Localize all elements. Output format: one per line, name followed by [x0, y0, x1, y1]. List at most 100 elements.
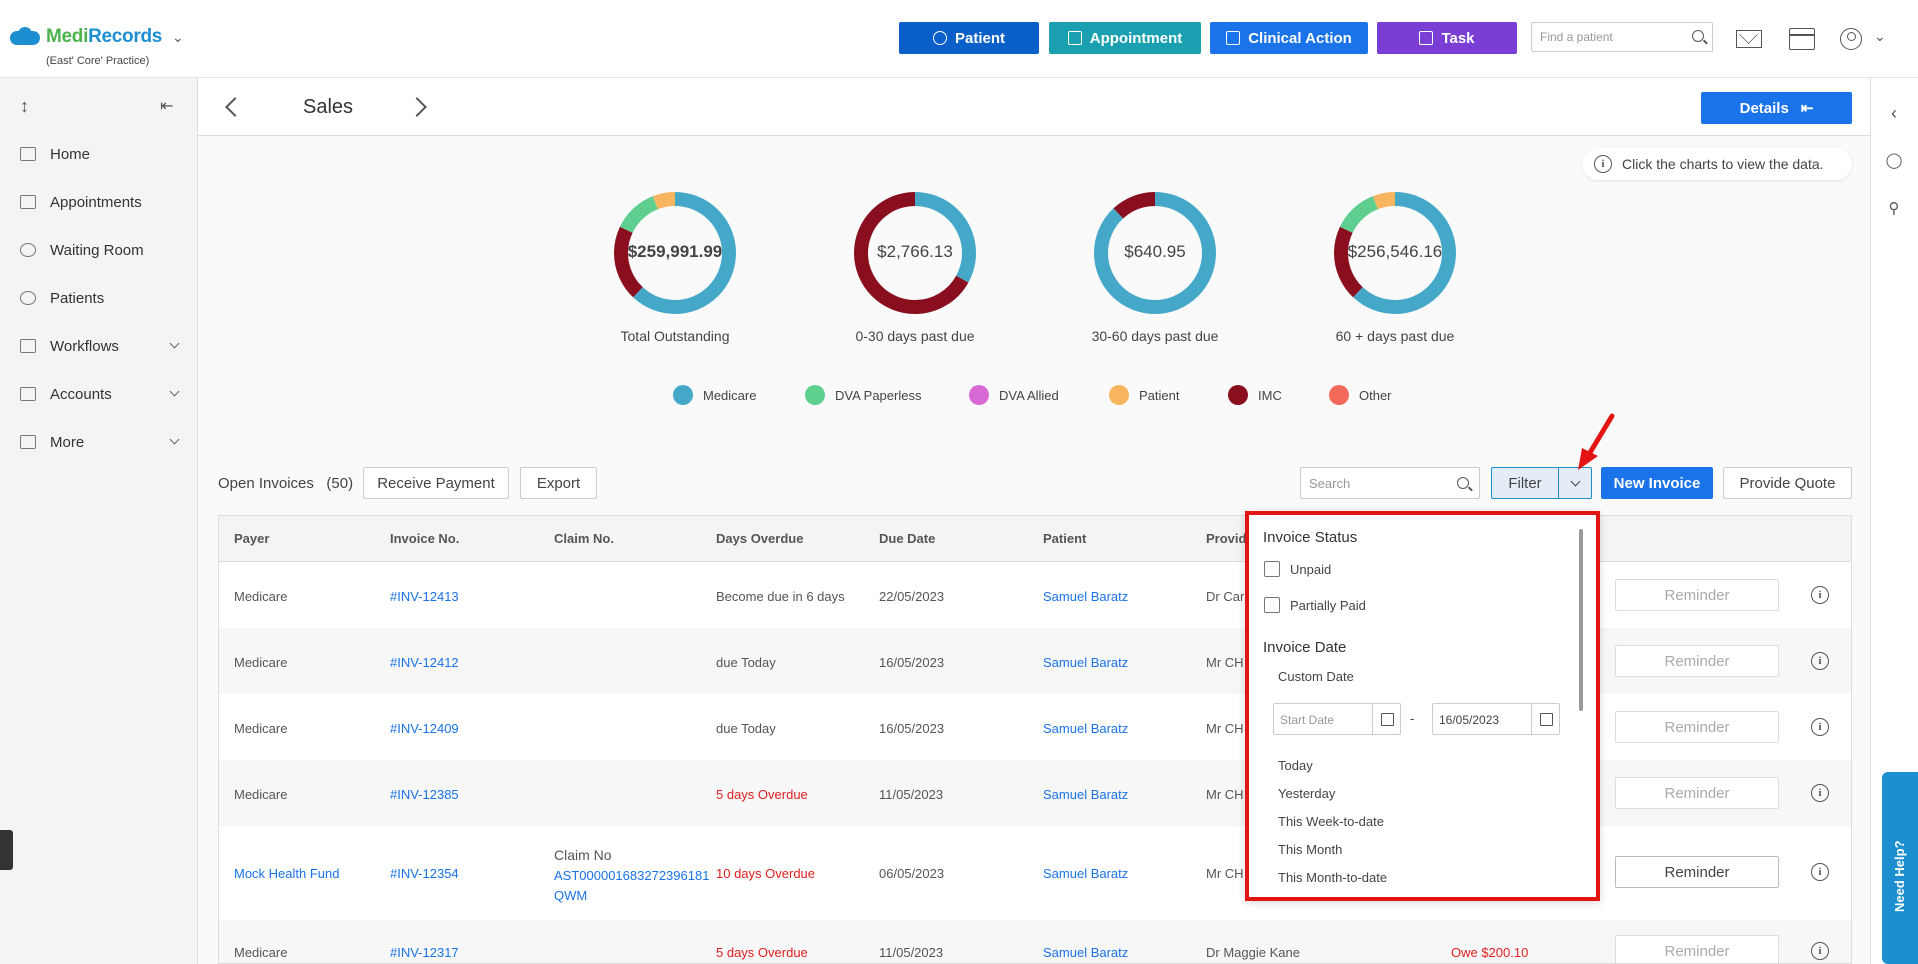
info-icon[interactable]: i: [1811, 586, 1829, 604]
patient-link[interactable]: Samuel Baratz: [1043, 655, 1128, 670]
legend-item-patient[interactable]: Patient: [1109, 385, 1179, 405]
patient-link[interactable]: Samuel Baratz: [1043, 945, 1128, 960]
pin-icon[interactable]: ⚲: [1885, 200, 1903, 218]
info-icon[interactable]: i: [1811, 718, 1829, 736]
invoice-link[interactable]: #INV-12409: [390, 721, 459, 736]
donut-0-30-days[interactable]: $2,766.13: [852, 190, 978, 316]
chevron-left-icon[interactable]: ‹: [1885, 104, 1903, 122]
legend-item-dva-paperless[interactable]: DVA Paperless: [805, 385, 921, 405]
start-date-input[interactable]: Start Date: [1273, 703, 1401, 735]
collapse-sidebar-icon[interactable]: ⇤: [160, 96, 173, 116]
date-option-month-to-date[interactable]: This Month-to-date: [1278, 870, 1387, 885]
donut-total-outstanding[interactable]: $259,991.99: [612, 190, 738, 316]
scrollbar[interactable]: [1579, 529, 1583, 711]
sidebar-item-patients[interactable]: Patients: [0, 278, 198, 318]
patient-link[interactable]: Samuel Baratz: [1043, 589, 1128, 604]
chevron-down-icon[interactable]: [1558, 468, 1591, 498]
chevron-right-icon[interactable]: [407, 97, 427, 117]
search-icon[interactable]: [1692, 30, 1704, 42]
expand-vertical-icon[interactable]: ↕: [20, 96, 29, 117]
custom-date-label: Custom Date: [1278, 669, 1354, 684]
unpaid-checkbox[interactable]: [1264, 561, 1280, 577]
column-header-claim[interactable]: Claim No.: [554, 531, 614, 546]
calendar-icon[interactable]: [1372, 704, 1400, 734]
table-row[interactable]: Mock Health Fund #INV-12354 Claim No AST…: [219, 826, 1851, 920]
invoice-link[interactable]: #INV-12413: [390, 589, 459, 604]
new-task-button[interactable]: Task: [1377, 22, 1517, 54]
find-patient-input[interactable]: Find a patient: [1531, 22, 1713, 52]
donut-30-60-days[interactable]: $640.95: [1092, 190, 1218, 316]
date-option-week-to-date[interactable]: This Week-to-date: [1278, 814, 1384, 829]
partially-paid-label[interactable]: Partially Paid: [1290, 598, 1366, 613]
column-header-due-date[interactable]: Due Date: [879, 531, 935, 546]
reminder-button[interactable]: Reminder: [1615, 711, 1779, 743]
sidebar-item-appointments[interactable]: Appointments: [0, 182, 198, 222]
table-row[interactable]: Medicare #INV-12385 5 days Overdue 11/05…: [219, 760, 1851, 826]
info-icon[interactable]: i: [1811, 863, 1829, 881]
receive-payment-button[interactable]: Receive Payment: [363, 467, 509, 499]
claim-link[interactable]: QWM: [554, 888, 587, 903]
patient-link[interactable]: Samuel Baratz: [1043, 721, 1128, 736]
column-header-invoice[interactable]: Invoice No.: [390, 531, 459, 546]
info-icon[interactable]: i: [1811, 652, 1829, 670]
invoice-search-input[interactable]: Search: [1300, 467, 1480, 499]
chevron-left-icon[interactable]: [225, 97, 245, 117]
new-patient-button[interactable]: Patient: [899, 22, 1039, 54]
reminder-button[interactable]: Reminder: [1615, 579, 1779, 611]
export-button[interactable]: Export: [520, 467, 597, 499]
end-date-input[interactable]: 16/05/2023: [1432, 703, 1560, 735]
sidebar-item-home[interactable]: Home: [0, 134, 198, 174]
sidebar-item-accounts[interactable]: Accounts: [0, 374, 198, 414]
chevron-down-icon[interactable]: ⌄: [1874, 28, 1886, 45]
clinical-action-button[interactable]: Clinical Action: [1210, 22, 1368, 54]
invoice-link[interactable]: #INV-12385: [390, 787, 459, 802]
calendar-check-icon[interactable]: [1789, 28, 1815, 50]
reminder-button[interactable]: Reminder: [1615, 777, 1779, 809]
patient-link[interactable]: Samuel Baratz: [1043, 787, 1128, 802]
info-icon[interactable]: i: [1811, 784, 1829, 802]
sidebar-item-workflows[interactable]: Workflows: [0, 326, 198, 366]
date-option-today[interactable]: Today: [1278, 758, 1313, 773]
invoice-link[interactable]: #INV-12354: [390, 866, 459, 881]
calendar-icon[interactable]: [1531, 704, 1559, 734]
legend-item-medicare[interactable]: Medicare: [673, 385, 756, 405]
column-header-days-overdue[interactable]: Days Overdue: [716, 531, 803, 546]
column-header-patient[interactable]: Patient: [1043, 531, 1086, 546]
new-appointment-button[interactable]: Appointment: [1049, 22, 1201, 54]
date-option-this-month[interactable]: This Month: [1278, 842, 1342, 857]
legend-item-imc[interactable]: IMC: [1228, 385, 1282, 405]
invoice-link[interactable]: #INV-12317: [390, 945, 459, 960]
patient-link[interactable]: Samuel Baratz: [1043, 866, 1128, 881]
reminder-button[interactable]: Reminder: [1615, 645, 1779, 677]
app-logo[interactable]: MediRecords ⌄: [8, 26, 184, 48]
table-row[interactable]: Medicare #INV-12413 Become due in 6 days…: [219, 562, 1851, 628]
search-icon[interactable]: [1457, 477, 1469, 489]
reminder-button[interactable]: Reminder: [1615, 935, 1779, 963]
side-tab-handle[interactable]: [0, 830, 13, 870]
user-account-icon[interactable]: [1840, 28, 1862, 50]
column-header-provider[interactable]: Provid: [1206, 531, 1246, 546]
payer-link[interactable]: Mock Health Fund: [234, 866, 340, 881]
chevron-down-icon[interactable]: ⌄: [172, 29, 184, 46]
info-icon[interactable]: i: [1811, 942, 1829, 960]
need-help-tab[interactable]: Need Help?: [1882, 772, 1918, 964]
legend-item-dva-allied[interactable]: DVA Allied: [969, 385, 1059, 405]
table-row[interactable]: Medicare #INV-12409 due Today 16/05/2023…: [219, 694, 1851, 760]
mail-icon[interactable]: [1736, 30, 1762, 48]
chat-icon[interactable]: ◯: [1885, 152, 1903, 170]
donut-60-plus-days[interactable]: $256,546.16: [1332, 190, 1458, 316]
date-option-yesterday[interactable]: Yesterday: [1278, 786, 1335, 801]
provide-quote-button[interactable]: Provide Quote: [1723, 467, 1852, 499]
details-button[interactable]: Details ⇤: [1701, 92, 1852, 124]
reminder-button[interactable]: Reminder: [1615, 856, 1779, 888]
claim-link[interactable]: AST000001683272396181: [554, 868, 709, 883]
table-row[interactable]: Medicare #INV-12317 5 days Overdue 11/05…: [219, 920, 1851, 963]
unpaid-label[interactable]: Unpaid: [1290, 562, 1331, 577]
partially-paid-checkbox[interactable]: [1264, 597, 1280, 613]
invoice-link[interactable]: #INV-12412: [390, 655, 459, 670]
column-header-payer[interactable]: Payer: [234, 531, 269, 546]
table-row[interactable]: Medicare #INV-12412 due Today 16/05/2023…: [219, 628, 1851, 694]
sidebar-item-waiting-room[interactable]: Waiting Room: [0, 230, 198, 270]
sidebar-item-more[interactable]: More: [0, 422, 198, 462]
legend-item-other[interactable]: Other: [1329, 385, 1392, 405]
